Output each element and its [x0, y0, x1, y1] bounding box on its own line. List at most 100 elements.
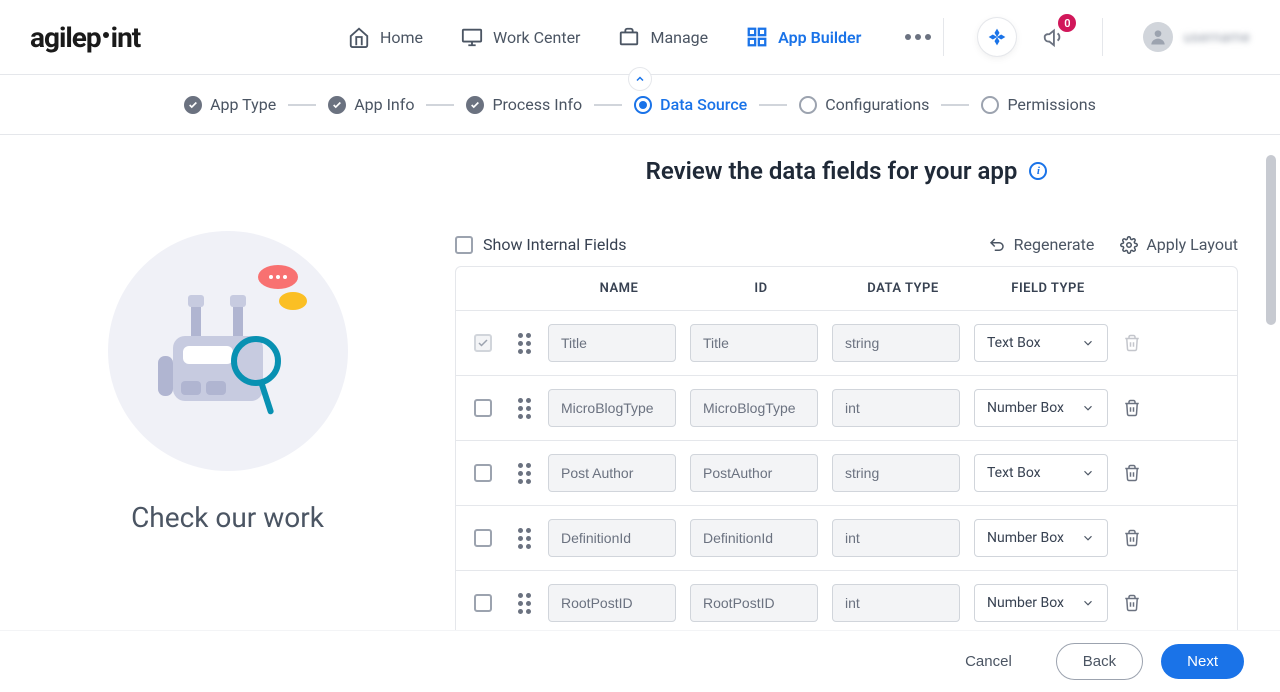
field-id-input[interactable]: [690, 324, 818, 362]
field-datatype-input[interactable]: [832, 584, 960, 622]
notifications-button[interactable]: 0: [1034, 18, 1072, 56]
apply-layout-button[interactable]: Apply Layout: [1120, 235, 1238, 254]
briefcase-icon: [618, 26, 640, 48]
user-name: username: [1183, 28, 1250, 46]
field-name-input[interactable]: [548, 454, 676, 492]
info-icon[interactable]: i: [1029, 162, 1047, 180]
step-label: Data Source: [660, 95, 747, 114]
field-name-input[interactable]: [548, 519, 676, 557]
table-row: Number Box: [456, 570, 1237, 630]
table-row: Number Box: [456, 505, 1237, 570]
page-title: Review the data fields for your app i: [455, 157, 1238, 185]
step-app-info[interactable]: App Info: [328, 95, 414, 114]
field-name-input[interactable]: [548, 324, 676, 362]
col-header-datatype: DATA TYPE: [832, 281, 974, 296]
scrollbar[interactable]: [1266, 155, 1276, 325]
field-type-select[interactable]: Number Box: [974, 584, 1108, 622]
app-launcher-button[interactable]: [978, 18, 1016, 56]
user-menu[interactable]: username: [1143, 22, 1250, 52]
field-id-input[interactable]: [690, 454, 818, 492]
next-button[interactable]: Next: [1161, 644, 1244, 679]
drag-handle[interactable]: [518, 333, 548, 354]
right-panel: Review the data fields for your app i Sh…: [455, 135, 1280, 630]
row-checkbox[interactable]: [474, 529, 492, 547]
left-panel-title: Check our work: [131, 501, 324, 534]
step-permissions[interactable]: Permissions: [981, 95, 1095, 114]
step-connector: [288, 104, 316, 106]
notifications-badge: 0: [1058, 14, 1076, 32]
pinwheel-icon: [987, 27, 1007, 47]
field-type-select[interactable]: Number Box: [974, 519, 1108, 557]
nav-app-builder[interactable]: App Builder: [746, 26, 861, 48]
grid-icon: [746, 26, 768, 48]
drag-handle[interactable]: [518, 593, 548, 614]
field-name-input[interactable]: [548, 389, 676, 427]
field-name-input[interactable]: [548, 584, 676, 622]
nav-manage-label: Manage: [650, 28, 708, 47]
field-id-input[interactable]: [690, 584, 818, 622]
row-checkbox[interactable]: [474, 334, 492, 352]
step-data-source[interactable]: Data Source: [634, 95, 747, 114]
field-type-select[interactable]: Text Box: [974, 324, 1108, 362]
step-label: Permissions: [1007, 95, 1095, 114]
nav-manage[interactable]: Manage: [618, 26, 708, 48]
step-process-info[interactable]: Process Info: [466, 95, 582, 114]
undo-icon: [988, 236, 1006, 254]
step-connector: [426, 104, 454, 106]
step-connector: [759, 104, 787, 106]
drag-handle[interactable]: [518, 463, 548, 484]
monitor-icon: [461, 26, 483, 48]
nav-more[interactable]: [905, 34, 931, 40]
row-checkbox[interactable]: [474, 464, 492, 482]
step-label: Process Info: [492, 95, 582, 114]
collapse-stepper-toggle[interactable]: [628, 67, 652, 91]
field-id-input[interactable]: [690, 519, 818, 557]
col-header-fieldtype: FIELD TYPE: [974, 281, 1122, 296]
step-configurations[interactable]: Configurations: [799, 95, 929, 114]
col-header-name: NAME: [548, 281, 690, 296]
field-datatype-input[interactable]: [832, 389, 960, 427]
nav-home-label: Home: [380, 28, 423, 47]
delete-row-button[interactable]: [1120, 334, 1144, 352]
delete-row-button[interactable]: [1120, 399, 1144, 417]
nav-app-builder-label: App Builder: [778, 28, 861, 47]
delete-row-button[interactable]: [1120, 464, 1144, 482]
field-datatype-input[interactable]: [832, 519, 960, 557]
row-checkbox[interactable]: [474, 399, 492, 417]
nav-work-center-label: Work Center: [493, 28, 580, 47]
field-datatype-input[interactable]: [832, 454, 960, 492]
field-id-input[interactable]: [690, 389, 818, 427]
step-app-type[interactable]: App Type: [184, 95, 276, 114]
gear-icon: [1120, 236, 1138, 254]
col-header-id: ID: [690, 281, 832, 296]
show-internal-fields-checkbox[interactable]: Show Internal Fields: [455, 235, 627, 254]
home-icon: [348, 26, 370, 48]
drag-handle[interactable]: [518, 398, 548, 419]
drag-handle[interactable]: [518, 528, 548, 549]
regenerate-button[interactable]: Regenerate: [988, 235, 1095, 254]
field-datatype-input[interactable]: [832, 324, 960, 362]
fields-table: NAME ID DATA TYPE FIELD TYPE Text Box Nu…: [455, 266, 1238, 630]
step-label: Configurations: [825, 95, 929, 114]
nav-home[interactable]: Home: [348, 26, 423, 48]
cancel-button[interactable]: Cancel: [939, 644, 1038, 679]
step-label: App Info: [354, 95, 414, 114]
table-header: NAME ID DATA TYPE FIELD TYPE: [456, 267, 1237, 310]
delete-row-button[interactable]: [1120, 529, 1144, 547]
nav-work-center[interactable]: Work Center: [461, 26, 580, 48]
divider: [943, 18, 944, 56]
table-row: Text Box: [456, 440, 1237, 505]
delete-row-button[interactable]: [1120, 594, 1144, 612]
left-panel: Check our work: [0, 135, 455, 630]
apply-layout-label: Apply Layout: [1146, 235, 1238, 254]
robot-illustration: [108, 231, 348, 471]
step-label: App Type: [210, 95, 276, 114]
top-nav: agilepint Home Work Center Manage App Bu…: [0, 0, 1280, 75]
field-type-select[interactable]: Number Box: [974, 389, 1108, 427]
field-type-select[interactable]: Text Box: [974, 454, 1108, 492]
row-checkbox[interactable]: [474, 594, 492, 612]
back-button[interactable]: Back: [1056, 643, 1143, 680]
show-internal-fields-label: Show Internal Fields: [483, 235, 627, 254]
divider: [1102, 18, 1103, 56]
step-connector: [594, 104, 622, 106]
